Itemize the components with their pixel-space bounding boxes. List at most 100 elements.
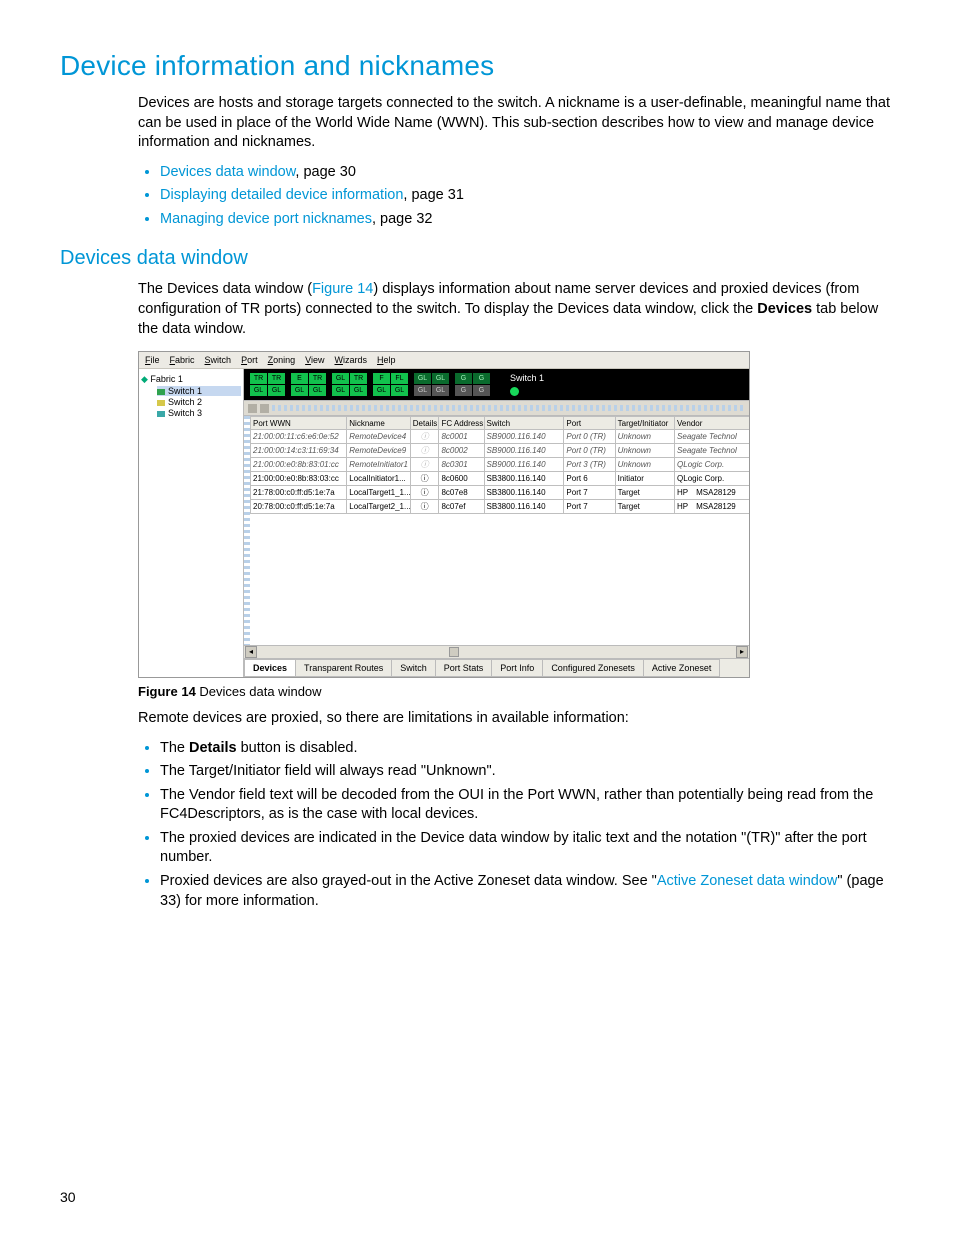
- switch-port[interactable]: GL: [391, 385, 408, 396]
- limitation-item: The Target/Initiator field will always r…: [160, 762, 894, 782]
- horizontal-scrollbar[interactable]: ◂ ▸: [244, 645, 749, 658]
- limitation-item: The proxied devices are indicated in the…: [160, 829, 894, 868]
- switch-port[interactable]: GL: [268, 385, 285, 396]
- tab-configured-zonesets[interactable]: Configured Zonesets: [542, 659, 644, 677]
- switch-port[interactable]: TR: [309, 373, 326, 384]
- switch-port[interactable]: GL: [373, 385, 390, 396]
- limitation-item: The Details button is disabled.: [160, 739, 894, 759]
- switch-port[interactable]: G: [473, 385, 490, 396]
- menu-wizards[interactable]: Wizards: [334, 355, 367, 365]
- table-cell: 20:78:00:c0:ff:d5:1e:7a: [251, 500, 347, 514]
- details-button[interactable]: ⓘ: [410, 500, 439, 514]
- menubar: File Fabric Switch Port Zoning View Wizards Hel…: [139, 352, 749, 369]
- table-cell: Port 7: [564, 500, 615, 514]
- table-cell: 8c0301: [439, 458, 484, 472]
- switch-port[interactable]: E: [291, 373, 308, 384]
- switch-port[interactable]: GL: [332, 385, 349, 396]
- active-zoneset-link[interactable]: Active Zoneset data window: [657, 873, 838, 889]
- scroll-right-icon[interactable]: ▸: [736, 646, 748, 658]
- table-cell: Seagate Technol: [675, 444, 749, 458]
- menu-view[interactable]: View: [305, 355, 324, 365]
- switch-port[interactable]: GL: [291, 385, 308, 396]
- table-cell: Port 7: [564, 486, 615, 500]
- table-cell: LocalTarget1_1...: [347, 486, 411, 500]
- tab-port-info[interactable]: Port Info: [491, 659, 543, 677]
- menu-file[interactable]: File: [145, 355, 160, 365]
- menu-switch[interactable]: Switch: [205, 355, 232, 365]
- switch-port[interactable]: G: [455, 385, 472, 396]
- toc-item: Displaying detailed device information, …: [160, 186, 894, 206]
- toc-item: Managing device port nicknames, page 32: [160, 210, 894, 230]
- table-cell: HP MSA28129: [675, 500, 749, 514]
- column-header[interactable]: FC Address: [439, 417, 484, 430]
- figure-14-link[interactable]: Figure 14: [312, 281, 373, 297]
- tab-transparent-routes[interactable]: Transparent Routes: [295, 659, 392, 677]
- menu-fabric[interactable]: Fabric: [170, 355, 195, 365]
- column-header[interactable]: Details: [410, 417, 439, 430]
- switch-port[interactable]: TR: [250, 373, 267, 384]
- tab-switch[interactable]: Switch: [391, 659, 436, 677]
- table-cell: SB3800.116.140: [484, 486, 564, 500]
- column-header[interactable]: Nickname: [347, 417, 411, 430]
- toc-link[interactable]: Devices data window: [160, 164, 295, 180]
- column-header[interactable]: Target/Initiator: [615, 417, 674, 430]
- menu-help[interactable]: Help: [377, 355, 396, 365]
- table-cell: Port 6: [564, 472, 615, 486]
- table-cell: SB3800.116.140: [484, 500, 564, 514]
- toolbar-icon[interactable]: [248, 404, 257, 413]
- tab-devices[interactable]: Devices: [244, 659, 296, 677]
- menu-port[interactable]: Port: [241, 355, 258, 365]
- column-header[interactable]: Vendor: [675, 417, 749, 430]
- tree-fabric-node[interactable]: ◆ Fabric 1: [141, 374, 241, 385]
- fabric-tree: ◆ Fabric 1Switch 1Switch 2Switch 3: [139, 369, 244, 677]
- column-header[interactable]: Port WWN: [251, 417, 347, 430]
- table-row[interactable]: 20:78:00:c0:ff:d5:1e:7aLocalTarget2_1...…: [251, 500, 750, 514]
- tab-port-stats[interactable]: Port Stats: [435, 659, 493, 677]
- table-cell: Port 3 (TR): [564, 458, 615, 472]
- table-cell: SB3800.116.140: [484, 472, 564, 486]
- table-cell: Seagate Technol: [675, 430, 749, 444]
- column-header[interactable]: Switch: [484, 417, 564, 430]
- menu-zoning[interactable]: Zoning: [268, 355, 296, 365]
- switch-port[interactable]: FL: [391, 373, 408, 384]
- table-row[interactable]: 21:00:00:11:c6:e6:0e:52RemoteDevice4ⓘ8c0…: [251, 430, 750, 444]
- switch-port[interactable]: TR: [268, 373, 285, 384]
- tree-switch-node[interactable]: Switch 1: [157, 386, 241, 396]
- table-row[interactable]: 21:00:00:14:c3:11:69:34RemoteDevice9ⓘ8c0…: [251, 444, 750, 458]
- table-cell: Initiator: [615, 472, 674, 486]
- toolbar-icon[interactable]: [260, 404, 269, 413]
- table-row[interactable]: 21:78:00:c0:ff:d5:1e:7aLocalTarget1_1...…: [251, 486, 750, 500]
- switch-port[interactable]: GL: [250, 385, 267, 396]
- column-header[interactable]: Port: [564, 417, 615, 430]
- toc-link[interactable]: Displaying detailed device information: [160, 187, 403, 203]
- toc-link[interactable]: Managing device port nicknames: [160, 211, 372, 227]
- table-row[interactable]: 21:00:00:e0:8b:83:01:ccRemoteInitiator1ⓘ…: [251, 458, 750, 472]
- switch-port[interactable]: GL: [350, 385, 367, 396]
- switch-port[interactable]: G: [455, 373, 472, 384]
- grid-mini-toolbar: [244, 400, 749, 416]
- switch-port[interactable]: GL: [432, 385, 449, 396]
- switch-port[interactable]: GL: [432, 373, 449, 384]
- switch-port[interactable]: G: [473, 373, 490, 384]
- table-cell: 8c0002: [439, 444, 484, 458]
- switch-port[interactable]: GL: [309, 385, 326, 396]
- table-cell: 21:78:00:c0:ff:d5:1e:7a: [251, 486, 347, 500]
- section-title-devices-data-window: Devices data window: [60, 247, 894, 270]
- switch-port[interactable]: GL: [332, 373, 349, 384]
- table-row[interactable]: 21:00:00:e0:8b:83:03:ccLocalInitiator1..…: [251, 472, 750, 486]
- details-button[interactable]: ⓘ: [410, 472, 439, 486]
- switch-port[interactable]: GL: [414, 385, 431, 396]
- table-cell: 8c0001: [439, 430, 484, 444]
- switch-port[interactable]: TR: [350, 373, 367, 384]
- tree-switch-node[interactable]: Switch 2: [157, 397, 241, 407]
- table-cell: Target: [615, 486, 674, 500]
- scroll-left-icon[interactable]: ◂: [245, 646, 257, 658]
- details-button[interactable]: ⓘ: [410, 486, 439, 500]
- tab-active-zoneset[interactable]: Active Zoneset: [643, 659, 721, 677]
- switch-status-led-icon: [510, 387, 519, 396]
- page-title: Device information and nicknames: [60, 50, 894, 82]
- table-cell: Unknown: [615, 458, 674, 472]
- tree-switch-node[interactable]: Switch 3: [157, 408, 241, 418]
- switch-port[interactable]: GL: [414, 373, 431, 384]
- switch-port[interactable]: F: [373, 373, 390, 384]
